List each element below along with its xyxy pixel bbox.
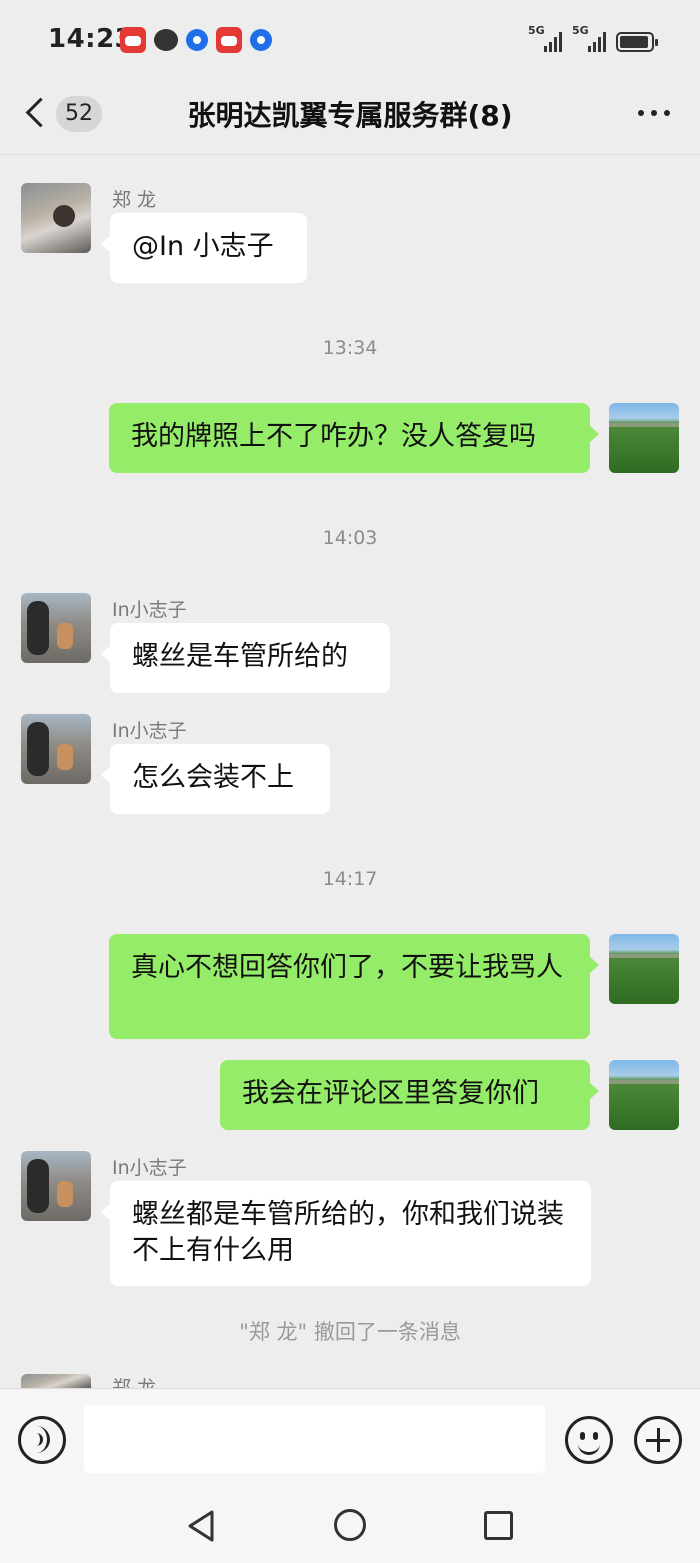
avatar[interactable]: [21, 593, 91, 663]
network-label: 5G: [572, 24, 589, 37]
emoji-mouth: [578, 1441, 600, 1455]
message-bubble[interactable]: 怎么会装不上: [101, 744, 330, 814]
avatar[interactable]: [21, 1374, 91, 1388]
message-bubble[interactable]: 我的牌照上不了咋办？没人答复吗: [109, 403, 599, 473]
avatar[interactable]: [609, 1060, 679, 1130]
sender-name: In小志子: [112, 1157, 187, 1179]
network-label: 5G: [528, 24, 545, 37]
message-bubble[interactable]: 螺丝是车管所给的: [101, 623, 390, 693]
battery-icon: [616, 32, 658, 52]
message-composer: [0, 1388, 700, 1486]
avatar[interactable]: [609, 403, 679, 473]
message-bubble[interactable]: 我会在评论区里答复你们: [220, 1060, 599, 1130]
red-envelope-app-icon: [216, 27, 242, 53]
avatar[interactable]: [609, 934, 679, 1004]
message-input[interactable]: [84, 1405, 545, 1473]
emoji-eye: [593, 1432, 598, 1440]
blue-ring-app-icon: [250, 29, 272, 51]
add-attachment-icon[interactable]: [634, 1416, 682, 1464]
avatar[interactable]: [21, 1151, 91, 1221]
sender-name: In小志子: [112, 720, 187, 742]
signal-5g-icon: 5G: [528, 24, 562, 52]
emoji-icon[interactable]: [565, 1416, 613, 1464]
chat-header: 52 张明达凯翼专属服务群(8): [0, 80, 700, 155]
status-bar: 14:23 5G 5G: [0, 0, 700, 80]
more-options-button[interactable]: [638, 110, 670, 116]
message-bubble[interactable]: @In 小志子: [101, 213, 307, 283]
voice-input-icon[interactable]: [18, 1416, 66, 1464]
dot-icon: [651, 110, 657, 116]
timestamp: 14:03: [322, 527, 378, 549]
avatar[interactable]: [21, 714, 91, 784]
message-bubble[interactable]: 螺丝都是车管所给的，你和我们说装不上有什么用: [101, 1181, 591, 1286]
dot-icon: [664, 110, 670, 116]
recall-notice: "郑 龙" 撤回了一条消息: [239, 1320, 461, 1344]
sender-name: 郑 龙: [112, 1377, 157, 1388]
message-bubble[interactable]: 真心不想回答你们了，不要让我骂人: [109, 934, 599, 1039]
nav-home-icon[interactable]: [334, 1509, 366, 1541]
emoji-eye: [580, 1432, 585, 1440]
system-status: 5G 5G: [528, 24, 658, 52]
blue-ring-app-icon: [186, 29, 208, 51]
avatar[interactable]: [21, 183, 91, 253]
notification-icons: [120, 27, 272, 53]
nav-back-icon[interactable]: [186, 1509, 216, 1543]
timestamp: 14:17: [322, 868, 378, 890]
signal-5g-icon: 5G: [572, 24, 606, 52]
nav-recent-apps-icon[interactable]: [484, 1511, 513, 1540]
sender-name: In小志子: [112, 599, 187, 621]
sender-name: 郑 龙: [112, 189, 157, 211]
chat-bubble-icon: [154, 29, 178, 51]
system-nav-bar: [0, 1485, 700, 1563]
chat-title: 张明达凯翼专属服务群(8): [187, 99, 513, 132]
dot-icon: [638, 110, 644, 116]
red-envelope-app-icon: [120, 27, 146, 53]
timestamp: 13:34: [322, 337, 378, 359]
